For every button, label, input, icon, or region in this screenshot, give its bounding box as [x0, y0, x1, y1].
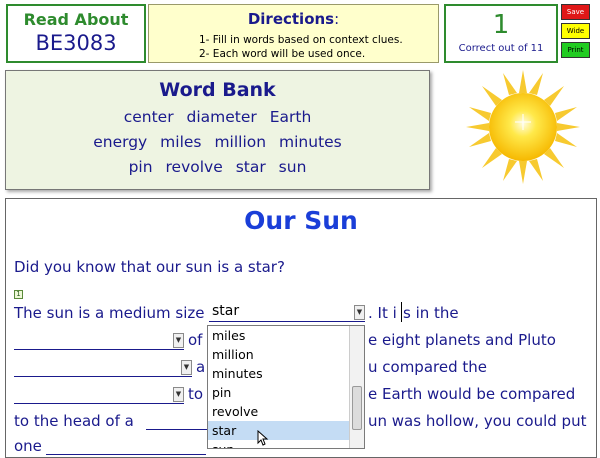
blank-select-5[interactable]	[146, 411, 210, 430]
dropdown-option[interactable]: minutes	[208, 364, 349, 383]
mouse-cursor-icon	[257, 429, 269, 450]
word-bank-row: center diameter Earth	[6, 105, 429, 130]
blank-select-2[interactable]: ▼	[14, 331, 184, 350]
dropdown-option[interactable]: million	[208, 345, 349, 364]
dropdown-arrow-icon[interactable]: ▼	[354, 305, 365, 320]
score-label: Correct out of 11	[458, 43, 544, 54]
blank-select-4[interactable]: ▼	[14, 385, 184, 404]
word-bank-word: miles	[160, 133, 202, 151]
dropdown-arrow-icon[interactable]: ▼	[181, 360, 192, 375]
passage-text: a	[196, 358, 206, 376]
word-bank-word: revolve	[165, 158, 223, 176]
wide-button[interactable]: Wide	[561, 23, 590, 39]
passage-text: of	[188, 331, 203, 349]
word-bank-word: Earth	[269, 108, 312, 126]
word-bank-word: center	[123, 108, 174, 126]
blank-select-1[interactable]: star ▼	[209, 303, 365, 322]
print-button[interactable]: Print	[561, 42, 590, 58]
word-bank-word: diameter	[186, 108, 257, 126]
intro-sentence: Did you know that our sun is a star?	[14, 258, 285, 276]
passage-text: one	[14, 437, 42, 455]
passage-text: s in the	[403, 304, 459, 322]
word-bank-word: sun	[278, 158, 307, 176]
word-bank-word: million	[214, 133, 267, 151]
word-bank-row: pin revolve star sun	[6, 155, 429, 180]
dropdown-option[interactable]: sun	[208, 440, 349, 448]
direction-2: 2- Each word will be used once.	[199, 48, 366, 60]
word-bank-word: minutes	[279, 133, 342, 151]
dropdown-option[interactable]: miles	[208, 326, 349, 345]
read-about-panel: Read About BE3083	[6, 4, 146, 63]
dropdown-scrollbar[interactable]	[349, 326, 364, 448]
selected-value: star	[212, 303, 240, 319]
dropdown-arrow-icon[interactable]: ▼	[173, 333, 184, 348]
word-bank-word: energy	[93, 133, 148, 151]
dropdown-list[interactable]: miles million minutes pin revolve star s…	[207, 325, 365, 449]
sun-illustration	[465, 70, 581, 188]
question-marker: 1	[14, 290, 23, 299]
directions-panel: Directions: 1- Fill in words based on co…	[148, 4, 439, 63]
dropdown-arrow-icon[interactable]: ▼	[173, 387, 184, 402]
save-button[interactable]: Save	[561, 4, 590, 20]
text-caret	[401, 302, 402, 322]
passage-text: un was hollow, you could put	[368, 412, 587, 430]
action-buttons: Save Wide Print	[561, 4, 591, 63]
score-value: 1	[492, 10, 510, 40]
passage-text: e eight planets and Pluto	[368, 331, 556, 349]
word-bank-row: energy miles million minutes	[6, 130, 429, 155]
passage-text: to	[188, 385, 204, 403]
word-bank-panel: Word Bank center diameter Earth energy m…	[5, 70, 430, 190]
story-title: Our Sun	[244, 206, 358, 235]
direction-1: 1- Fill in words based on context clues.	[199, 34, 403, 46]
read-about-label: Read About	[23, 10, 129, 29]
blank-select-3[interactable]: ▼	[14, 358, 192, 377]
dropdown-option[interactable]: pin	[208, 383, 349, 402]
sun-icon	[465, 70, 581, 188]
passage-text: u compared the	[368, 358, 487, 376]
word-bank-word: star	[235, 158, 266, 176]
directions-title: Directions:	[247, 10, 340, 28]
word-bank-word: pin	[128, 158, 153, 176]
passage-text: The sun is a medium size	[14, 304, 205, 322]
passage-text: e Earth would be compared	[368, 385, 576, 403]
word-bank-title: Word Bank	[159, 79, 276, 101]
scrollbar-thumb[interactable]	[352, 386, 362, 430]
dropdown-option[interactable]: revolve	[208, 402, 349, 421]
article-code: BE3083	[35, 31, 117, 55]
passage-text: to the head of a	[14, 412, 134, 430]
passage-text: . It i	[368, 304, 397, 322]
blank-select-6[interactable]	[46, 436, 206, 455]
score-panel: 1 Correct out of 11	[444, 4, 558, 63]
dropdown-option-highlighted[interactable]: star	[208, 421, 349, 440]
